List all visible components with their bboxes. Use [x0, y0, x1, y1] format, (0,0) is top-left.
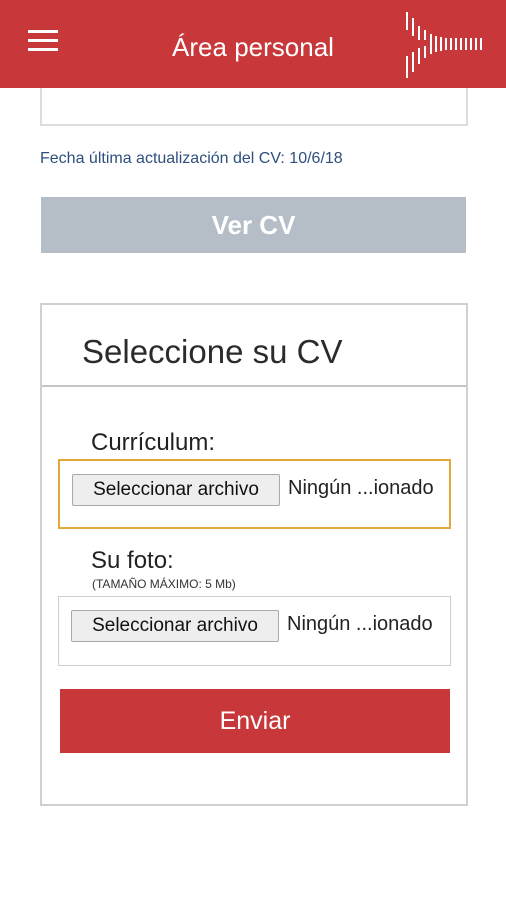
view-cv-button[interactable]: Ver CV: [41, 197, 466, 253]
photo-file-input[interactable]: Seleccionar archivo Ningún ...ionado: [58, 596, 451, 666]
app-bar: Área personal: [0, 0, 506, 88]
divider: [42, 385, 466, 387]
photo-field-label: Su foto:: [91, 547, 174, 574]
cv-file-input[interactable]: Seleccionar archivo Ningún ...ionado: [58, 459, 451, 529]
photo-select-file-button[interactable]: Seleccionar archivo: [71, 610, 279, 642]
panel-title: Seleccione su CV: [82, 333, 343, 370]
cv-select-file-button[interactable]: Seleccionar archivo: [72, 474, 280, 506]
upload-cv-panel: Seleccione su CV Currículum: Seleccionar…: [40, 303, 468, 806]
brand-logo-icon: [406, 12, 482, 78]
last-update-text: Fecha última actualización del CV: 10/6/…: [40, 150, 343, 167]
cv-file-status: Ningún ...ionado: [288, 477, 434, 499]
photo-file-status: Ningún ...ionado: [287, 613, 433, 635]
send-button[interactable]: Enviar: [60, 689, 450, 753]
photo-size-note: (TAMAÑO MÁXIMO: 5 Mb): [92, 577, 236, 591]
cv-field-label: Currículum:: [91, 429, 216, 456]
profile-card: [40, 88, 468, 126]
